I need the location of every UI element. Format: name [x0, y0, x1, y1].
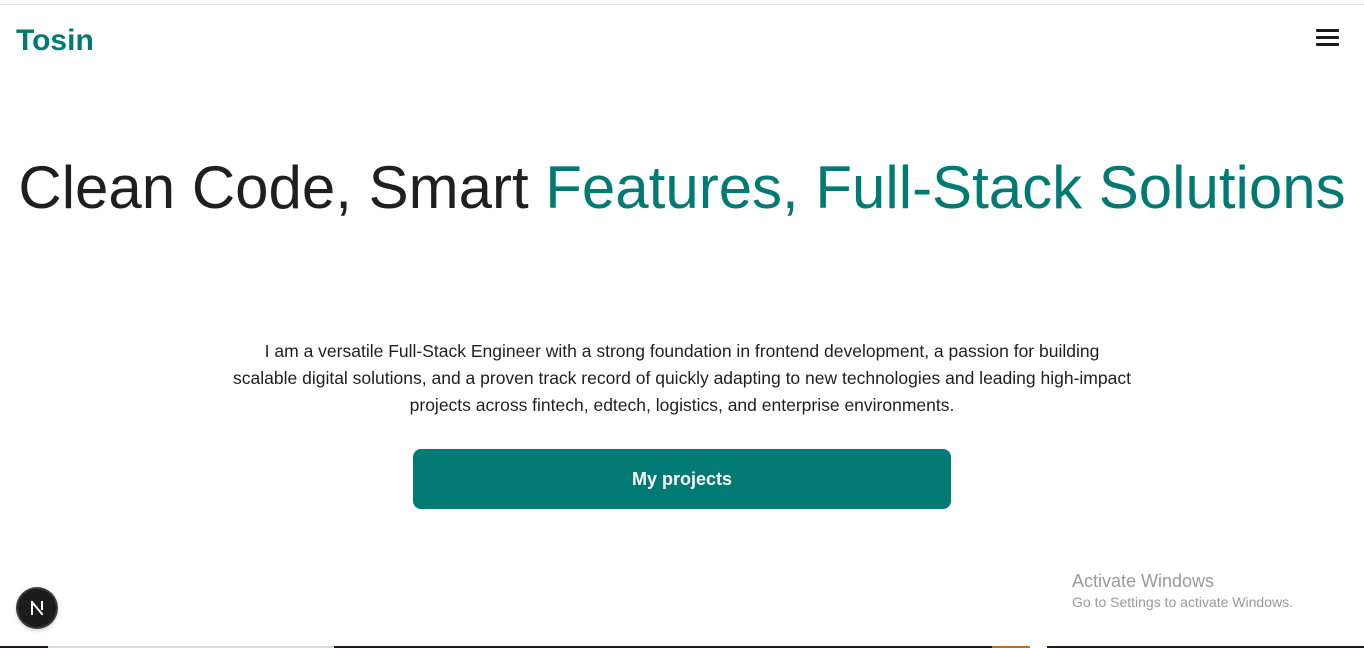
my-projects-button[interactable]: My projects — [413, 449, 951, 509]
nextjs-logo-icon — [30, 600, 44, 616]
page: Tosin Clean Code, Smart Features, Full-S… — [0, 0, 1364, 648]
brand-logo[interactable]: Tosin — [16, 24, 94, 58]
hero-title-accent: Features, Full-Stack Solutions — [545, 154, 1346, 221]
hamburger-menu-icon[interactable] — [1313, 26, 1343, 48]
nextjs-dev-indicator[interactable] — [18, 589, 56, 627]
watermark-subtitle: Go to Settings to activate Windows. — [1072, 594, 1293, 610]
hero-description: I am a versatile Full-Stack Engineer wit… — [233, 341, 1131, 415]
top-divider — [0, 4, 1364, 5]
hero-title: Clean Code, Smart Features, Full-Stack S… — [0, 142, 1364, 233]
windows-activation-watermark: Activate Windows Go to Settings to activ… — [1072, 570, 1293, 612]
watermark-title: Activate Windows — [1072, 571, 1215, 591]
hero-title-plain: Clean Code, Smart — [18, 154, 546, 221]
